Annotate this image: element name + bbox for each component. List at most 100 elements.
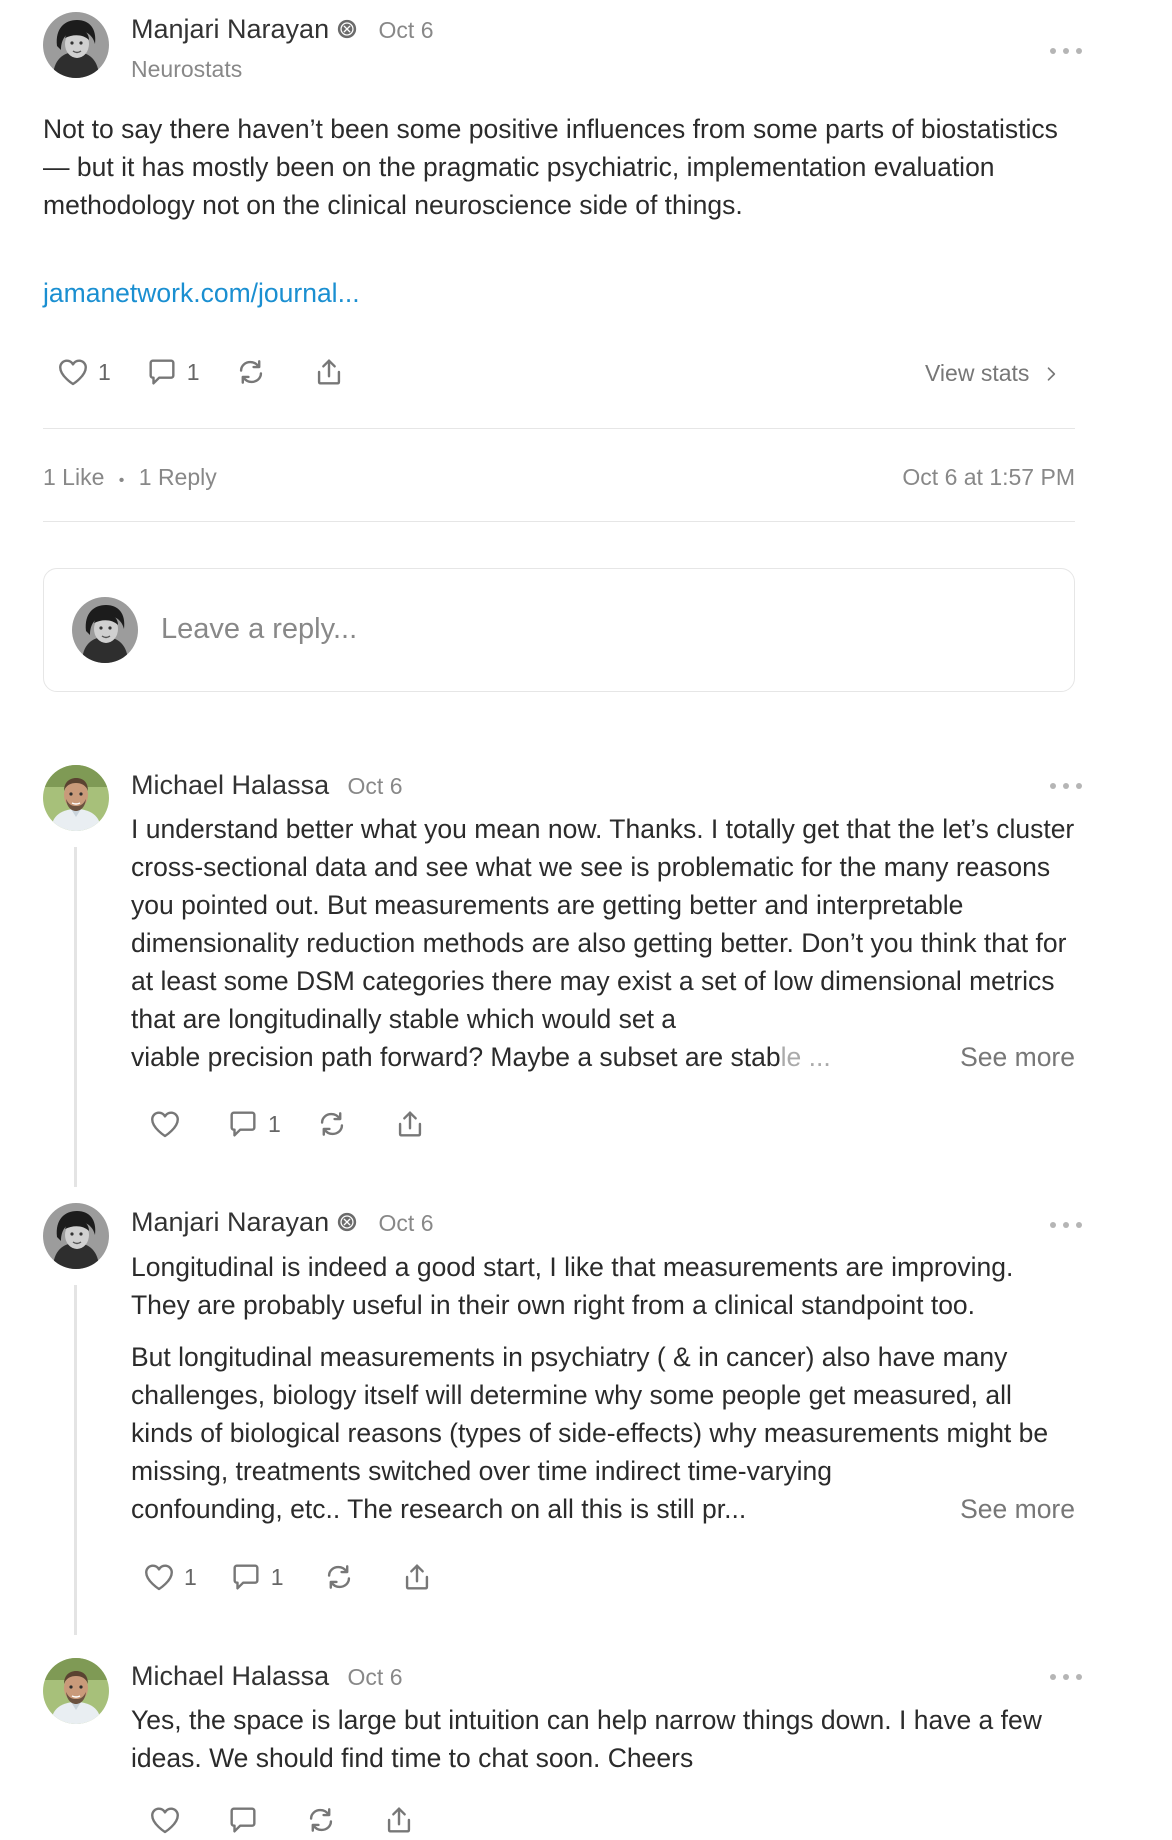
ellipsis-icon[interactable] bbox=[1050, 779, 1082, 793]
ellipsis-icon[interactable] bbox=[1050, 44, 1082, 58]
comment-actions: 1 bbox=[148, 1104, 427, 1144]
share-icon bbox=[400, 1560, 434, 1594]
restack-icon bbox=[234, 355, 268, 389]
like-button[interactable] bbox=[148, 1107, 182, 1141]
restack-button[interactable] bbox=[322, 1560, 356, 1594]
comment-header: Michael Halassa Oct 6 bbox=[131, 1661, 403, 1692]
restack-button[interactable] bbox=[234, 355, 268, 389]
comment-bubble-icon bbox=[226, 1803, 260, 1837]
post-date[interactable]: Oct 6 bbox=[379, 17, 434, 43]
like-count: 1 bbox=[184, 1563, 197, 1590]
heart-icon bbox=[142, 1560, 176, 1594]
heart-icon bbox=[56, 355, 90, 389]
commenter-avatar[interactable] bbox=[43, 1203, 109, 1269]
divider bbox=[43, 521, 1075, 522]
commenter-name[interactable]: Michael Halassa bbox=[131, 770, 329, 800]
restack-button[interactable] bbox=[315, 1107, 349, 1141]
avatar-image bbox=[43, 1658, 109, 1724]
share-button[interactable] bbox=[393, 1107, 427, 1141]
comment-count: 1 bbox=[268, 1110, 281, 1137]
comment-text-tail: viable precision path forward? Maybe a s… bbox=[131, 1042, 781, 1072]
comment-date[interactable]: Oct 6 bbox=[348, 773, 403, 799]
replies-summary[interactable]: 1 Reply bbox=[139, 464, 217, 490]
verified-badge-icon bbox=[336, 18, 358, 40]
post-timestamp: Oct 6 at 1:57 PM bbox=[902, 464, 1075, 490]
post-body: Not to say there haven’t been some posit… bbox=[43, 110, 1083, 224]
author-name[interactable]: Manjari Narayan bbox=[131, 14, 329, 44]
share-icon bbox=[393, 1107, 427, 1141]
comment-actions bbox=[148, 1800, 416, 1840]
comment-body: Yes, the space is large but intuition ca… bbox=[131, 1701, 1075, 1777]
comment-text-fade: le ... bbox=[780, 1042, 831, 1072]
post-link[interactable]: jamanetwork.com/journal... bbox=[43, 278, 360, 309]
like-button[interactable] bbox=[148, 1803, 182, 1837]
post-paragraph: Not to say there haven’t been some posit… bbox=[43, 114, 1058, 220]
restack-button[interactable] bbox=[304, 1803, 338, 1837]
current-user-avatar bbox=[72, 597, 138, 663]
restack-icon bbox=[322, 1560, 356, 1594]
comment-last-line: confounding, etc.. The research on all t… bbox=[131, 1490, 1075, 1528]
like-button[interactable]: 1 bbox=[142, 1560, 197, 1594]
share-button[interactable] bbox=[400, 1560, 434, 1594]
see-more-button[interactable]: See more bbox=[960, 1490, 1075, 1528]
comment-body: Longitudinal is indeed a good start, I l… bbox=[131, 1248, 1075, 1528]
comment-header: Manjari Narayan Oct 6 bbox=[131, 1207, 434, 1238]
separator: • bbox=[118, 472, 125, 489]
avatar-image bbox=[43, 12, 109, 78]
see-more-button[interactable]: See more bbox=[960, 1038, 1075, 1076]
ellipsis-icon[interactable] bbox=[1050, 1218, 1082, 1232]
thread-line bbox=[74, 847, 77, 1187]
share-icon bbox=[382, 1803, 416, 1837]
commenter-name[interactable]: Manjari Narayan bbox=[131, 1207, 329, 1237]
comment-header: Michael Halassa Oct 6 bbox=[131, 770, 403, 801]
comment-body: I understand better what you mean now. T… bbox=[131, 810, 1075, 1076]
restack-icon bbox=[304, 1803, 338, 1837]
ellipsis-icon[interactable] bbox=[1050, 1670, 1082, 1684]
commenter-name[interactable]: Michael Halassa bbox=[131, 1661, 329, 1691]
heart-icon bbox=[148, 1803, 182, 1837]
divider bbox=[43, 428, 1075, 429]
avatar-image bbox=[43, 1203, 109, 1269]
likes-summary[interactable]: 1 Like bbox=[43, 464, 104, 490]
comment-button[interactable]: 1 bbox=[229, 1560, 284, 1594]
reply-box[interactable]: Leave a reply... bbox=[43, 568, 1075, 692]
thread-line bbox=[74, 1285, 77, 1635]
share-icon bbox=[312, 355, 346, 389]
comment-text: I understand better what you mean now. T… bbox=[131, 814, 1075, 1034]
comment-date[interactable]: Oct 6 bbox=[348, 1664, 403, 1690]
share-button[interactable] bbox=[382, 1803, 416, 1837]
comment-text-tail: confounding, etc.. The research on all t… bbox=[131, 1494, 747, 1524]
comment-bubble-icon bbox=[145, 355, 179, 389]
comment-last-line: viable precision path forward? Maybe a s… bbox=[131, 1038, 1075, 1076]
comment-button[interactable]: 1 bbox=[145, 355, 200, 389]
comment-button[interactable] bbox=[226, 1803, 260, 1837]
comment-bubble-icon bbox=[226, 1107, 260, 1141]
comment-paragraph: But longitudinal measurements in psychia… bbox=[131, 1342, 1049, 1486]
comment-actions: 1 1 bbox=[142, 1557, 434, 1597]
comment-date[interactable]: Oct 6 bbox=[379, 1210, 434, 1236]
chevron-right-icon bbox=[1048, 366, 1056, 381]
avatar-image bbox=[72, 597, 138, 663]
restack-icon bbox=[315, 1107, 349, 1141]
like-button[interactable]: 1 bbox=[56, 355, 111, 389]
comment-button[interactable]: 1 bbox=[226, 1107, 281, 1141]
view-stats-label: View stats bbox=[925, 360, 1030, 386]
share-button[interactable] bbox=[312, 355, 346, 389]
author-avatar[interactable] bbox=[43, 12, 109, 78]
like-count: 1 bbox=[98, 358, 111, 385]
engagement-summary: 1 Like • 1 Reply bbox=[43, 464, 217, 491]
post-actions: 1 1 bbox=[56, 352, 346, 392]
commenter-avatar[interactable] bbox=[43, 1658, 109, 1724]
comment-count: 1 bbox=[270, 1563, 284, 1590]
publication-name[interactable]: Neurostats bbox=[131, 56, 242, 83]
commenter-avatar[interactable] bbox=[43, 765, 109, 831]
heart-icon bbox=[148, 1107, 182, 1141]
reply-input[interactable]: Leave a reply... bbox=[161, 613, 357, 646]
comment-count: 1 bbox=[186, 358, 200, 385]
post-header: Manjari Narayan Oct 6 bbox=[131, 14, 434, 45]
comment-paragraph: Longitudinal is indeed a good start, I l… bbox=[131, 1252, 1014, 1320]
comment-text: Yes, the space is large but intuition ca… bbox=[131, 1705, 1042, 1773]
avatar-image bbox=[43, 765, 109, 831]
verified-badge-icon bbox=[336, 1211, 358, 1233]
view-stats-button[interactable]: View stats bbox=[925, 360, 1061, 387]
